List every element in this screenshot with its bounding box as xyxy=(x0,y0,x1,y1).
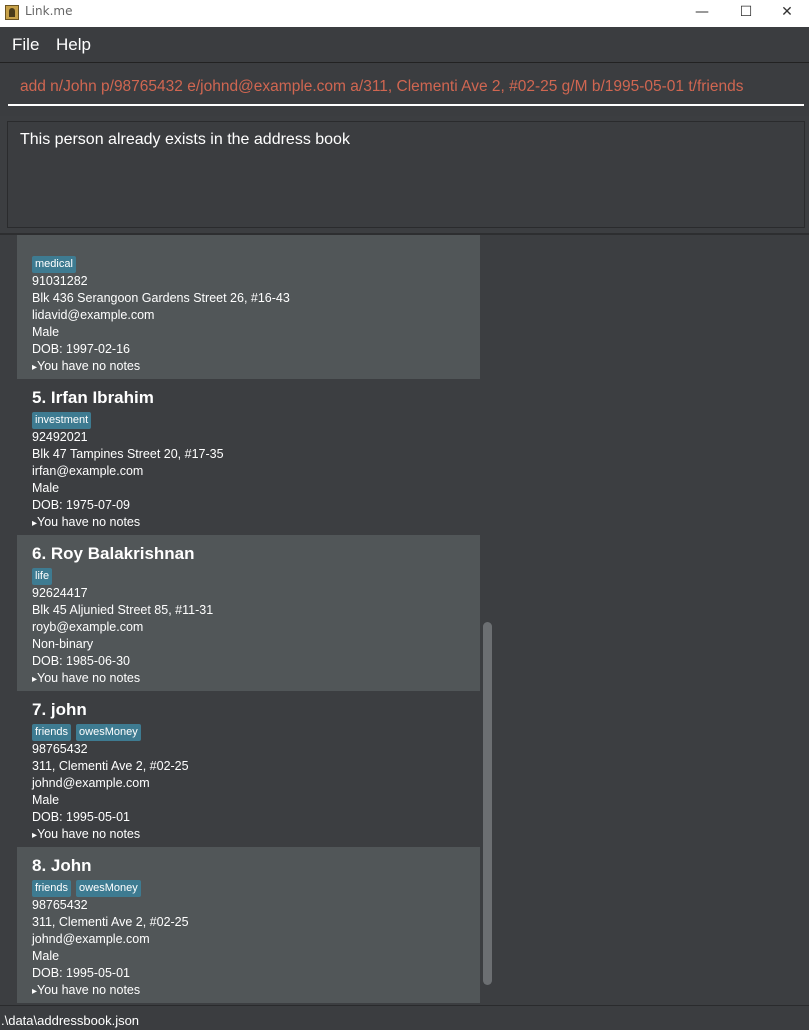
person-name: 7. john xyxy=(32,700,87,719)
person-card[interactable]: 5. Irfan Ibrahim investment 92492021 Blk… xyxy=(17,379,480,535)
menu-file[interactable]: File xyxy=(12,35,39,55)
notes-toggle[interactable]: You have no notes xyxy=(32,358,480,375)
person-email: johnd@example.com xyxy=(32,776,150,790)
notes-toggle[interactable]: You have no notes xyxy=(32,826,480,843)
menu-help[interactable]: Help xyxy=(56,35,91,55)
command-area: add n/John p/98765432 e/johnd@example.co… xyxy=(0,63,809,116)
window-title: Link.me xyxy=(25,4,73,18)
person-name: 6. Roy Balakrishnan xyxy=(32,544,195,563)
tag: medical xyxy=(32,256,76,273)
person-dob: DOB: 1995-05-01 xyxy=(32,810,130,824)
person-name: 5. Irfan Ibrahim xyxy=(32,388,154,407)
person-phone: 98765432 xyxy=(32,742,88,756)
person-dob: DOB: 1997-02-16 xyxy=(32,342,130,356)
person-email: irfan@example.com xyxy=(32,464,144,478)
person-card[interactable]: 7. john friends owesMoney 98765432 311, C… xyxy=(17,691,480,847)
tag: friends xyxy=(32,880,72,897)
person-dob: DOB: 1985-06-30 xyxy=(32,654,130,668)
person-phone: 92624417 xyxy=(32,586,88,600)
person-address: Blk 45 Aljunied Street 85, #11-31 xyxy=(32,603,214,617)
minimize-button[interactable]: — xyxy=(680,0,724,27)
notes-toggle[interactable]: You have no notes xyxy=(32,670,480,687)
tag-list: friends owesMoney xyxy=(32,722,480,741)
person-gender: Male xyxy=(32,481,60,495)
person-phone: 98765432 xyxy=(32,898,88,912)
person-email: johnd@example.com xyxy=(32,932,150,946)
app-logo-icon xyxy=(5,5,19,20)
person-address: 311, Clementi Ave 2, #02-25 xyxy=(32,915,189,929)
person-name xyxy=(32,235,480,254)
menu-bar: File Help xyxy=(0,27,809,63)
tag-list: investment xyxy=(32,410,480,429)
list-scrollbar[interactable] xyxy=(483,622,492,985)
person-gender: Male xyxy=(32,325,60,339)
person-phone: 91031282 xyxy=(32,274,88,288)
person-gender: Non-binary xyxy=(32,637,94,651)
notes-toggle[interactable]: You have no notes xyxy=(32,514,480,531)
tag: friends xyxy=(32,724,72,741)
person-address: 311, Clementi Ave 2, #02-25 xyxy=(32,759,189,773)
tag-list: life xyxy=(32,566,480,585)
person-gender: Male xyxy=(32,793,60,807)
person-address: Blk 47 Tampines Street 20, #17-35 xyxy=(32,447,224,461)
save-location: .\data\addressbook.json xyxy=(1,1013,140,1028)
person-card[interactable]: 6. Roy Balakrishnan life 92624417 Blk 45… xyxy=(17,535,480,691)
tag: owesMoney xyxy=(76,724,141,741)
result-display: This person already exists in the addres… xyxy=(7,121,805,228)
person-card[interactable]: 8. John friends owesMoney 98765432 311, C… xyxy=(17,847,480,1003)
status-bar: .\data\addressbook.json xyxy=(0,1005,809,1030)
tag-list: friends owesMoney xyxy=(32,878,480,897)
maximize-button[interactable]: ☐ xyxy=(724,0,768,27)
person-list-panel: medical 91031282 Blk 436 Serangoon Garde… xyxy=(0,235,809,1005)
person-name: 8. John xyxy=(32,856,92,875)
person-card[interactable]: medical 91031282 Blk 436 Serangoon Garde… xyxy=(17,235,480,379)
person-dob: DOB: 1975-07-09 xyxy=(32,498,130,512)
tag: owesMoney xyxy=(76,880,141,897)
person-gender: Male xyxy=(32,949,60,963)
title-bar: Link.me — ☐ ✕ xyxy=(0,0,809,27)
person-phone: 92492021 xyxy=(32,430,88,444)
person-dob: DOB: 1995-05-01 xyxy=(32,966,130,980)
tag-list: medical xyxy=(32,254,480,273)
close-button[interactable]: ✕ xyxy=(765,0,809,27)
person-email: lidavid@example.com xyxy=(32,308,155,322)
person-email: royb@example.com xyxy=(32,620,144,634)
notes-toggle[interactable]: You have no notes xyxy=(32,982,480,999)
command-input[interactable]: add n/John p/98765432 e/johnd@example.co… xyxy=(8,72,804,106)
tag: life xyxy=(32,568,53,585)
person-address: Blk 436 Serangoon Gardens Street 26, #16… xyxy=(32,291,290,305)
tag: investment xyxy=(32,412,92,429)
